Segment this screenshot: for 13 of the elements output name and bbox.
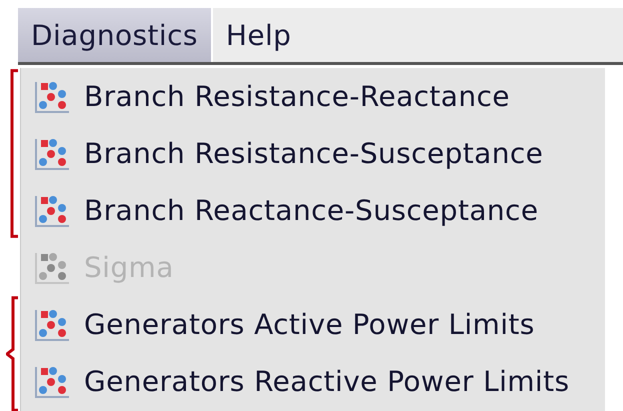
menu-tab[interactable]: Diagnostics [18, 8, 213, 62]
scatter-plot-icon [34, 308, 70, 342]
menu-item[interactable]: Generators Active Power Limits [21, 296, 605, 353]
scatter-plot-icon [34, 364, 70, 398]
menu-tab[interactable]: Help [212, 8, 304, 62]
menu-item[interactable]: Branch Resistance-Susceptance [21, 125, 605, 182]
menu-item[interactable]: Branch Resistance-Reactance [21, 68, 605, 125]
scatter-plot-icon [34, 80, 70, 114]
scatter-plot-icon [34, 136, 70, 170]
scatter-plot-icon [34, 194, 70, 228]
menu-item[interactable]: Branch Reactance-Susceptance [21, 182, 605, 239]
menu-item[interactable]: Generators Reactive Power Limits [21, 353, 605, 410]
scatter-plot-icon [34, 250, 70, 284]
